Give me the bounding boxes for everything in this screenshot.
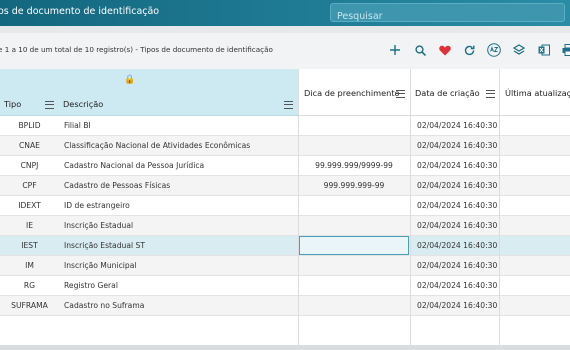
cell-data-criacao[interactable]: 02/04/2024 16:40:30	[417, 136, 499, 155]
cell-descricao[interactable]: Inscrição Estadual	[64, 216, 296, 235]
cell-descricao[interactable]: Cadastro de Pessoas Físicas	[64, 176, 296, 195]
lock-icon[interactable]: 🔒	[124, 75, 135, 85]
refresh-icon[interactable]	[461, 42, 477, 58]
excel-icon[interactable]	[536, 42, 552, 58]
cell-descricao[interactable]: Cadastro no Suframa	[64, 296, 296, 315]
cell-data-criacao[interactable]: 02/04/2024 16:40:30	[417, 156, 499, 175]
cell-data-criacao[interactable]: 02/04/2024 16:40:30	[417, 196, 499, 215]
cell-data-criacao[interactable]: 02/04/2024 16:40:30	[417, 216, 499, 235]
cell-descricao[interactable]: Registro Geral	[64, 276, 296, 295]
cell-dica[interactable]	[299, 296, 409, 315]
cell-dica[interactable]	[299, 136, 409, 155]
table-row[interactable]: IM Inscrição Municipal 02/04/2024 16:40:30	[0, 256, 570, 276]
cell-descricao[interactable]: Classificação Nacional de Atividades Eco…	[64, 136, 296, 155]
column-menu-icon[interactable]	[45, 101, 54, 109]
cell-dica[interactable]	[299, 216, 409, 235]
cell-tipo[interactable]: CNAE	[0, 136, 59, 155]
column-header-label: Data de criação	[415, 88, 480, 98]
cell-tipo[interactable]: CPF	[0, 176, 59, 195]
column-header-descricao[interactable]: Descrição	[63, 92, 298, 116]
cell-tipo[interactable]: IDEXT	[0, 196, 59, 215]
data-grid: 🔒 Tipo Descrição Dica de preenchimento D…	[0, 69, 570, 345]
column-header-label: Dica de preenchimento	[304, 88, 400, 98]
column-menu-icon[interactable]	[396, 90, 405, 98]
cell-tipo[interactable]: IEST	[0, 236, 59, 255]
cell-data-criacao[interactable]: 02/04/2024 16:40:30	[417, 296, 499, 315]
table-row[interactable]: CPF Cadastro de Pessoas Físicas 999.999.99…	[0, 176, 570, 196]
print-icon[interactable]	[560, 42, 570, 58]
plus-icon[interactable]	[387, 42, 403, 58]
header-separator	[0, 26, 570, 33]
cell-data-criacao[interactable]: 02/04/2024 16:40:30	[417, 236, 499, 255]
cell-data-criacao[interactable]: 02/04/2024 16:40:30	[417, 116, 499, 135]
cell-descricao[interactable]: Inscrição Municipal	[64, 256, 296, 275]
cell-dica[interactable]	[299, 196, 409, 215]
horizontal-scrollbar[interactable]	[0, 345, 570, 350]
column-header-data-criacao[interactable]: Data de criação	[415, 81, 500, 105]
table-row[interactable]: IEST Inscrição Estadual ST 02/04/2024 16:4…	[0, 236, 570, 256]
search-input[interactable]	[331, 8, 570, 25]
table-row[interactable]: IE Inscrição Estadual 02/04/2024 16:40:30	[0, 216, 570, 236]
grid-toolbar: e 1 a 10 de um total de 10 registro(s) -…	[0, 37, 570, 63]
cell-dica[interactable]: 99.999.999/9999-99	[299, 156, 409, 175]
cell-tipo[interactable]: BPLID	[0, 116, 59, 135]
heart-icon[interactable]	[437, 42, 453, 58]
cell-descricao[interactable]: Filial BI	[64, 116, 296, 135]
cell-dica[interactable]	[299, 276, 409, 295]
cell-data-criacao[interactable]: 02/04/2024 16:40:30	[417, 276, 499, 295]
cell-dica[interactable]	[299, 116, 409, 135]
cell-descricao[interactable]: Inscrição Estadual ST	[64, 236, 296, 255]
column-divider	[298, 69, 299, 345]
search-box[interactable]	[330, 3, 570, 25]
cell-tipo[interactable]: IM	[0, 256, 59, 275]
cell-dica[interactable]	[299, 256, 409, 275]
cell-data-criacao[interactable]: 02/04/2024 16:40:30	[417, 256, 499, 275]
record-count-info: e 1 a 10 de um total de 10 registro(s) -…	[0, 45, 273, 54]
cell-tipo[interactable]: CNPJ	[0, 156, 59, 175]
column-divider	[410, 69, 411, 345]
column-header-label: Última atualizaçã	[505, 88, 570, 98]
sort-az-icon[interactable]	[486, 42, 502, 58]
layers-icon[interactable]	[511, 42, 527, 58]
cell-dica[interactable]: 999.999.999-99	[299, 176, 409, 195]
cell-data-criacao[interactable]: 02/04/2024 16:40:30	[417, 176, 499, 195]
column-header-label: Tipo	[4, 99, 22, 109]
cell-tipo[interactable]: RG	[0, 276, 59, 295]
app-header: os de documento de identificação	[0, 0, 570, 26]
cell-descricao[interactable]: Cadastro Nacional da Pessoa Jurídica	[64, 156, 296, 175]
page-title: os de documento de identificação	[0, 6, 160, 17]
cell-tipo[interactable]: SUFRAMA	[0, 296, 59, 315]
cell-descricao[interactable]: ID de estrangeiro	[64, 196, 296, 215]
column-header-tipo[interactable]: Tipo	[4, 92, 59, 116]
search-icon[interactable]	[412, 42, 428, 58]
column-header-label: Descrição	[63, 99, 104, 109]
column-header-dica[interactable]: Dica de preenchimento	[304, 81, 410, 105]
cell-tipo[interactable]: IE	[0, 216, 59, 235]
table-row[interactable]: CNAE Classificação Nacional de Atividades…	[0, 136, 570, 156]
table-row[interactable]: BPLID Filial BI 02/04/2024 16:40:30	[0, 116, 570, 136]
cell-dica[interactable]	[299, 236, 409, 255]
table-row[interactable]: RG Registro Geral 02/04/2024 16:40:30	[0, 276, 570, 296]
column-divider	[499, 69, 500, 345]
table-row[interactable]: CNPJ Cadastro Nacional da Pessoa Jurídica…	[0, 156, 570, 176]
table-row[interactable]: IDEXT ID de estrangeiro 02/04/2024 16:40:3…	[0, 196, 570, 216]
column-header-ultima-atualizacao[interactable]: Última atualizaçã	[505, 81, 570, 105]
column-menu-icon[interactable]	[486, 90, 495, 98]
column-menu-icon[interactable]	[284, 101, 293, 109]
pinned-columns-header: 🔒	[0, 69, 298, 94]
table-row[interactable]: SUFRAMA Cadastro no Suframa 02/04/2024 16:…	[0, 296, 570, 316]
